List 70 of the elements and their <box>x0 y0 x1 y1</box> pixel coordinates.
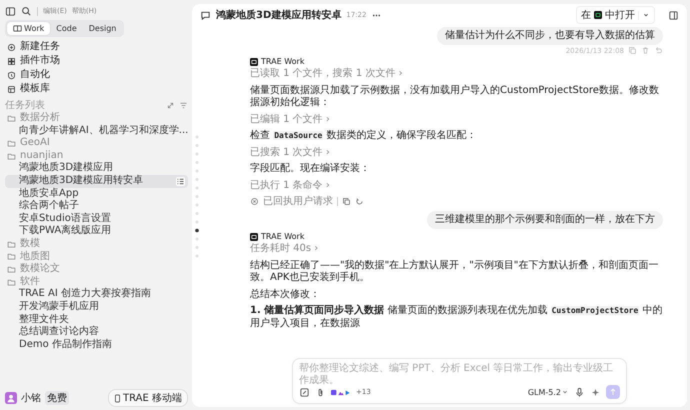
response-text: 总结本次修改： <box>250 288 321 301</box>
filter-icon[interactable] <box>179 101 188 110</box>
nav-item[interactable]: 自动化 <box>5 68 50 82</box>
caret-icon[interactable] <box>642 11 650 19</box>
folder-icon <box>7 114 16 123</box>
step-summary[interactable]: 已执行 1 条命令 › <box>250 180 330 192</box>
task-item[interactable]: 地质安卓App <box>5 188 188 200</box>
status-text: 已回执用户请求 <box>263 194 333 208</box>
grid-icon <box>7 56 16 66</box>
assistant-name: TRAE Work <box>261 232 304 241</box>
panel-icon[interactable] <box>668 10 679 20</box>
task-item[interactable]: 总结调查讨论内容 <box>5 326 188 339</box>
mode-tab[interactable]: Code <box>50 22 83 35</box>
caret-icon <box>561 388 569 396</box>
nav-item[interactable]: 模板库 <box>5 82 50 96</box>
sparkle-icon[interactable] <box>590 386 601 398</box>
user-name: 小铭 <box>21 392 41 405</box>
app-icon <box>594 11 602 19</box>
list-icon[interactable] <box>176 176 185 186</box>
assistant-logo-icon <box>250 232 258 240</box>
conversation-title: 鸿蒙地质3D建模应用转安卓 <box>216 8 342 22</box>
step-summary[interactable]: 任务耗时 40s › <box>250 243 318 256</box>
arrow-up-icon <box>608 387 618 397</box>
step-summary[interactable]: 已编辑 1 个文件 › <box>250 114 330 126</box>
task-item[interactable]: 向青少年讲解AI、机器学习和深度学... <box>5 124 188 138</box>
task-item[interactable]: Demo 作品制作指南 <box>5 338 188 352</box>
open-in-button[interactable]: 在 中打开 <box>576 6 655 24</box>
task-item[interactable]: 综合两个帖子 <box>5 200 188 213</box>
step-summary[interactable]: 已搜索 1 次文件 › <box>250 146 330 159</box>
task-item[interactable]: 安卓Studio语言设置 <box>5 212 188 226</box>
user-message: 三维建模里的那个示例要和剖面的一样，放在下方 <box>427 211 663 229</box>
book-icon <box>13 24 22 33</box>
response-text: 检查 DataSource 数据类的定义，确保字段名匹配： <box>250 130 478 142</box>
assistant-logo-icon <box>250 58 258 66</box>
task-item[interactable]: 鸿蒙地质3D建模应用 <box>5 162 188 175</box>
section-title: 任务列表 <box>5 99 45 112</box>
phone-icon <box>114 394 121 402</box>
response-text: 字段匹配。现在编译安装： <box>250 163 371 176</box>
step-summary[interactable]: 已读取 1 个文件，搜索 1 次文件 › <box>250 68 403 80</box>
task-item[interactable]: 鸿蒙地质3D建模应用转安卓 <box>5 174 188 188</box>
sidebar-toggle-icon[interactable] <box>5 6 16 16</box>
mode-tab[interactable]: Work <box>7 22 50 35</box>
response-text: 结构已经正确了——"我的数据"在上方默认展开，"示例项目"在下方默认折叠，和剖面页面一致。APK也已安装到手机。 <box>250 260 660 284</box>
expand-icon[interactable] <box>166 101 175 110</box>
task-item[interactable]: TRAE AI 创造力大赛按赛指南 <box>5 288 188 301</box>
copy-icon[interactable] <box>342 196 351 206</box>
plan-badge: 免费 <box>45 391 69 405</box>
nav-item[interactable]: 新建任务 <box>5 40 60 54</box>
mode-tab[interactable]: Design <box>82 22 122 35</box>
model-selector[interactable]: GLM-5.2 <box>528 388 569 396</box>
status-icon <box>250 196 259 206</box>
response-text: 1. 储量估算页面同步导入数据 储量页面的数据源列表现在优先加载 CustomProjectStore 中的用户导入项目，在数据源 <box>250 305 663 330</box>
search-icon[interactable] <box>21 6 32 16</box>
task-item[interactable]: 开发鸿蒙手机应用 <box>5 300 188 314</box>
edit-icon[interactable] <box>299 386 310 398</box>
assistant-name: TRAE Work <box>261 57 304 66</box>
template-icon <box>7 84 16 94</box>
plugin-icons-drawing[interactable] <box>331 388 351 396</box>
microphone-icon[interactable] <box>574 386 585 398</box>
plus-circle-icon <box>7 42 16 52</box>
response-text: 储量页面数据源只加载了示例数据，没有加载用户导入的CustomProjectStore数据。修改数据源初始化逻辑： <box>250 84 660 110</box>
mobile-app-button[interactable]: TRAE 移动端 <box>108 389 188 407</box>
shield-icon <box>7 70 16 80</box>
task-item[interactable]: 下载PWA离线版应用 <box>5 225 188 238</box>
refresh-icon[interactable] <box>355 196 364 206</box>
avatar-icon[interactable] <box>5 392 17 404</box>
user-message: 储量估计为什么不同步，也要有导入数据的估算 <box>437 27 663 45</box>
nav-item[interactable]: 插件市场 <box>5 54 60 68</box>
task-item[interactable]: 整理文件夹 <box>5 314 188 326</box>
chat-icon <box>200 10 211 20</box>
